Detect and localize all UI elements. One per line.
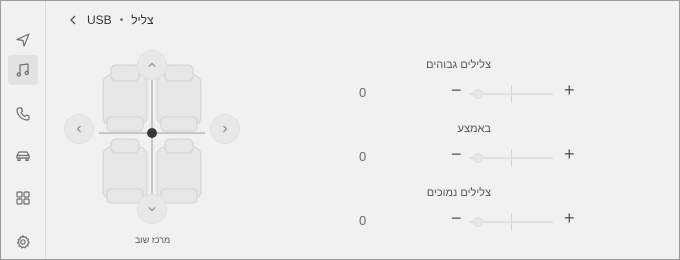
settings-icon bbox=[17, 235, 30, 249]
mid-slider-knob[interactable] bbox=[473, 153, 483, 163]
mid-value: 0 bbox=[359, 149, 367, 164]
mid-center-mark bbox=[511, 149, 512, 167]
music-button[interactable] bbox=[8, 55, 38, 85]
navigation-icon bbox=[16, 33, 30, 47]
bass-control: צלילים נמוכים 0 − + bbox=[351, 187, 591, 231]
headrest-rear-right bbox=[164, 138, 194, 154]
balance-down-button[interactable] bbox=[138, 195, 166, 223]
back-button[interactable] bbox=[67, 13, 79, 27]
mid-control: באמצע 0 − + bbox=[351, 123, 591, 167]
apps-button[interactable] bbox=[8, 183, 38, 213]
chevron-down-icon bbox=[148, 207, 156, 212]
cushion-front-right bbox=[160, 116, 198, 132]
balance-point[interactable] bbox=[147, 128, 157, 138]
treble-label: צלילים גבוהים bbox=[426, 59, 491, 71]
car-button[interactable] bbox=[8, 141, 38, 171]
bass-slider-knob[interactable] bbox=[473, 217, 483, 227]
car-icon bbox=[16, 151, 30, 162]
settings-button[interactable] bbox=[8, 227, 38, 257]
screen-frame: USB • צליל מרכז שוב צלילים גבוהים 0 − + … bbox=[0, 0, 680, 260]
sound-balance-panel: מרכז שוב bbox=[61, 49, 251, 249]
navigation-button[interactable] bbox=[8, 25, 38, 55]
treble-increase-button[interactable]: + bbox=[564, 80, 575, 101]
headrest-rear-left bbox=[110, 138, 140, 154]
breadcrumb-separator: • bbox=[119, 14, 124, 26]
bass-value: 0 bbox=[359, 213, 367, 228]
balance-up-button[interactable] bbox=[138, 51, 166, 79]
balance-right-button[interactable] bbox=[211, 115, 239, 143]
phone-icon bbox=[16, 107, 30, 121]
chevron-right-icon bbox=[223, 125, 228, 133]
treble-decrease-button[interactable]: − bbox=[451, 80, 462, 101]
chevron-left-icon bbox=[76, 125, 81, 133]
treble-value: 0 bbox=[359, 85, 367, 100]
chevron-left-icon bbox=[70, 15, 76, 25]
cushion-front-left bbox=[106, 116, 144, 132]
sidebar bbox=[1, 1, 46, 259]
page-title: צליל bbox=[131, 13, 154, 27]
apps-icon bbox=[16, 191, 30, 205]
headrest-front-right bbox=[164, 64, 194, 82]
source-label: USB bbox=[87, 13, 112, 27]
headrest-front-left bbox=[110, 64, 140, 82]
bass-label: צלילים נמוכים bbox=[426, 187, 491, 199]
cushion-rear-left bbox=[106, 188, 144, 204]
music-icon bbox=[16, 63, 29, 77]
bass-decrease-button[interactable]: − bbox=[451, 208, 462, 229]
mid-label: באמצע bbox=[457, 123, 491, 135]
chevron-up-icon bbox=[148, 62, 156, 67]
bass-center-mark bbox=[511, 213, 512, 231]
cushion-rear-right bbox=[160, 188, 198, 204]
breadcrumb: USB • צליל bbox=[67, 11, 154, 29]
balance-position-label: מרכז שוב bbox=[135, 235, 171, 245]
treble-center-mark bbox=[511, 85, 512, 103]
phone-button[interactable] bbox=[8, 99, 38, 129]
mid-decrease-button[interactable]: − bbox=[451, 144, 462, 165]
mid-increase-button[interactable]: + bbox=[564, 144, 575, 165]
bass-increase-button[interactable]: + bbox=[564, 208, 575, 229]
treble-slider-knob[interactable] bbox=[473, 89, 483, 99]
treble-control: צלילים גבוהים 0 − + bbox=[351, 59, 591, 103]
balance-left-button[interactable] bbox=[65, 115, 93, 143]
